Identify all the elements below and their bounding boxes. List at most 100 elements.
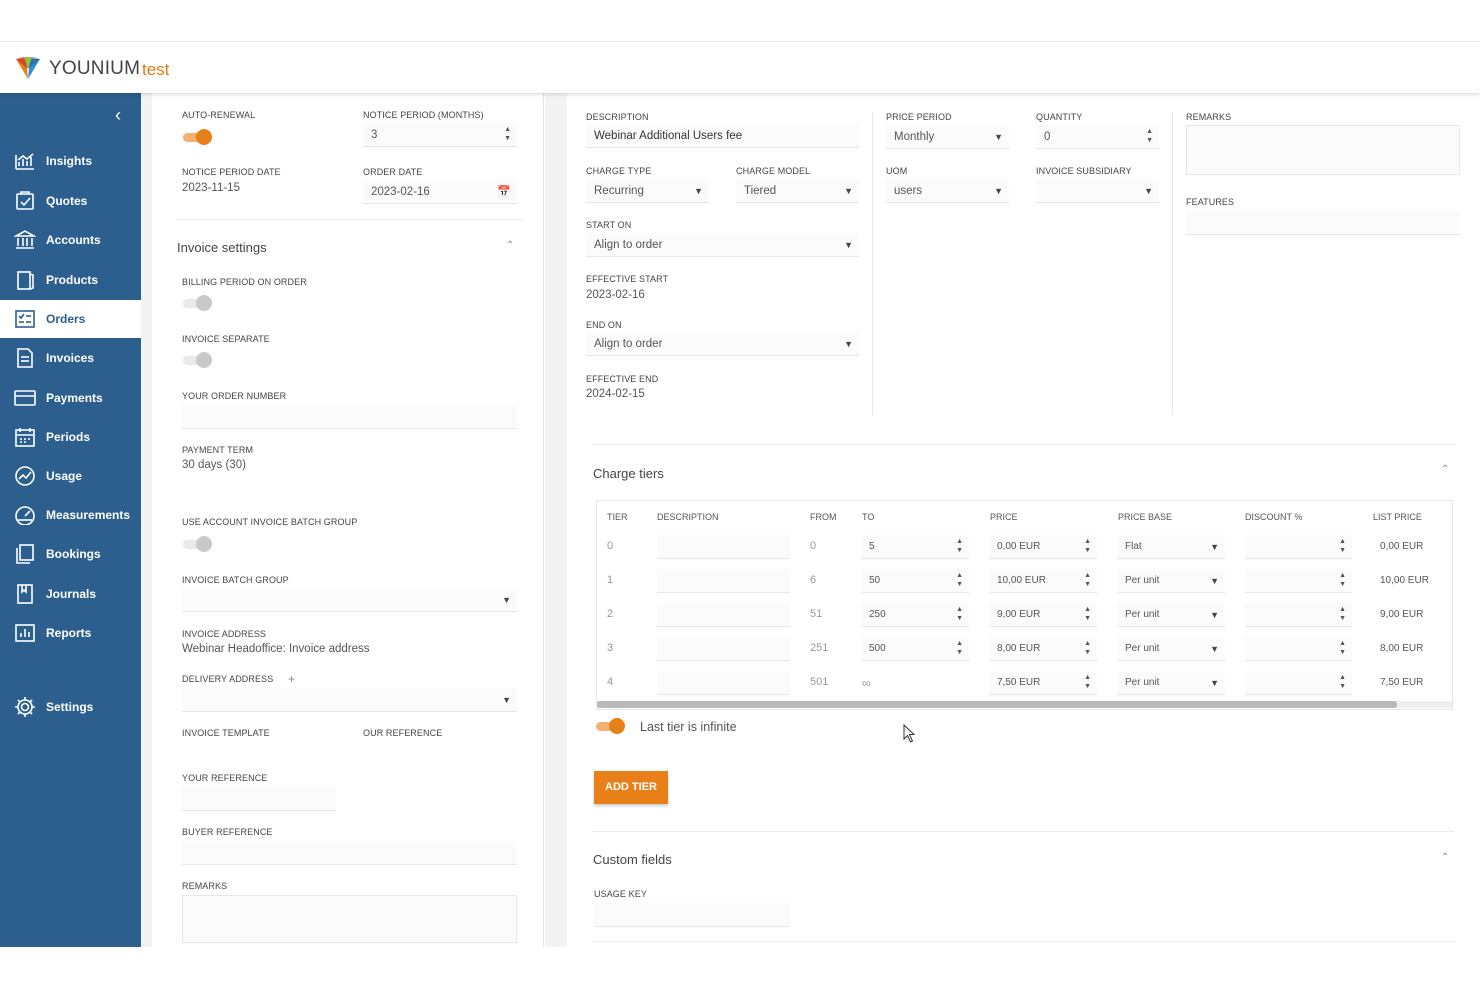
tier-discount-input[interactable]: ▲ ▼ — [1245, 603, 1352, 627]
tier-to-input[interactable]: 5 ▲ ▼ — [862, 535, 969, 559]
order-date-input[interactable]: 2023-02-16 📅 — [363, 180, 517, 204]
sidebar-item-products[interactable]: Products — [0, 261, 141, 299]
notice-period-input[interactable]: 3 ▲ ▼ — [363, 123, 517, 147]
stepper-icon[interactable]: ▲ ▼ — [504, 125, 511, 143]
tier-price-input[interactable]: 8,00 EUR ▲ ▼ — [990, 637, 1097, 661]
remarks-textarea[interactable] — [182, 895, 517, 943]
tier-to-input[interactable]: 500 ▲ ▼ — [862, 637, 969, 661]
effective-start-label: EFFECTIVE START — [586, 274, 669, 284]
chevron-down-icon: ▼ — [694, 186, 703, 196]
stepper-icon[interactable]: ▲ ▼ — [1339, 537, 1346, 555]
buyer-reference-input[interactable] — [182, 841, 517, 865]
description-input[interactable]: Webinar Additional Users fee — [586, 124, 859, 148]
stepper-icon[interactable]: ▲ ▼ — [1084, 571, 1091, 589]
use-batch-group-toggle[interactable] — [182, 536, 212, 552]
delivery-address-select[interactable]: ▼ — [182, 688, 517, 712]
tier-description-input[interactable] — [657, 671, 790, 695]
sidebar-item-usage[interactable]: Usage — [0, 457, 141, 495]
gear-icon — [14, 696, 36, 718]
delivery-address-label: DELIVERY ADDRESS — [182, 674, 274, 684]
tier-price-base-select[interactable]: Per unit ▼ — [1118, 569, 1225, 593]
stepper-icon[interactable]: ▲ ▼ — [1084, 605, 1091, 623]
remarks-right-textarea[interactable] — [1186, 125, 1460, 175]
stepper-icon[interactable]: ▲ ▼ — [1084, 639, 1091, 657]
tier-description-input[interactable] — [657, 603, 790, 627]
add-icon[interactable]: + — [288, 672, 295, 686]
tier-discount-input[interactable]: ▲ ▼ — [1245, 671, 1352, 695]
tier-discount-input[interactable]: ▲ ▼ — [1245, 637, 1352, 661]
sidebar-item-accounts[interactable]: Accounts — [0, 221, 141, 259]
invoice-template-label: INVOICE TEMPLATE — [182, 728, 270, 738]
sidebar-item-settings[interactable]: Settings — [0, 688, 141, 726]
tier-price-input[interactable]: 9,00 EUR ▲ ▼ — [990, 603, 1097, 627]
start-on-select[interactable]: Align to order ▼ — [586, 233, 859, 257]
chevron-up-icon[interactable]: ⌃ — [1441, 852, 1449, 863]
stepper-icon[interactable]: ▲ ▼ — [956, 537, 963, 555]
tier-price-input[interactable]: 0,00 EUR ▲ ▼ — [990, 535, 1097, 559]
sidebar-item-orders[interactable]: Orders — [0, 300, 141, 338]
tier-discount-input[interactable]: ▲ ▼ — [1245, 569, 1352, 593]
stepper-icon[interactable]: ▲ ▼ — [1339, 571, 1346, 589]
features-input[interactable] — [1186, 211, 1460, 235]
price-period-select[interactable]: Monthly ▼ — [886, 125, 1009, 149]
sidebar-item-bookings[interactable]: Bookings — [0, 535, 141, 573]
divider — [176, 219, 524, 220]
tier-description-input[interactable] — [657, 569, 790, 593]
chevron-up-icon[interactable]: ⌃ — [1441, 464, 1449, 475]
sidebar-item-measurements[interactable]: Measurements — [0, 496, 141, 534]
tier-discount-input[interactable]: ▲ ▼ — [1245, 535, 1352, 559]
tier-description-input[interactable] — [657, 637, 790, 661]
tier-price-base-select[interactable]: Flat ▼ — [1118, 535, 1225, 559]
tier-price-base-select[interactable]: Per unit ▼ — [1118, 671, 1225, 695]
tier-price-input[interactable]: 7,50 EUR ▲ ▼ — [990, 671, 1097, 695]
tier-price-input[interactable]: 10,00 EUR ▲ ▼ — [990, 569, 1097, 593]
tier-price-base-select[interactable]: Per unit ▼ — [1118, 637, 1225, 661]
usage-key-input[interactable] — [594, 903, 790, 927]
younium-logo-icon[interactable] — [14, 55, 42, 81]
uom-select[interactable]: users ▼ — [886, 179, 1009, 203]
tier-to-input[interactable]: 250 ▲ ▼ — [862, 603, 969, 627]
stepper-icon[interactable]: ▲ ▼ — [956, 571, 963, 589]
your-order-number-input[interactable] — [182, 405, 517, 429]
features-label: FEATURES — [1186, 197, 1235, 207]
quantity-stepper[interactable]: 0 ▲ ▼ — [1036, 125, 1159, 149]
horizontal-scrollbar[interactable] — [597, 701, 1397, 708]
sidebar-item-quotes[interactable]: Quotes — [0, 182, 141, 220]
stepper-icon[interactable]: ▲ ▼ — [1084, 673, 1091, 691]
batch-group-select[interactable]: ▼ — [182, 588, 517, 612]
invoice-subsidiary-select[interactable]: ▼ — [1036, 179, 1159, 203]
charge-type-select[interactable]: Recurring ▼ — [586, 179, 709, 203]
tier-price-base-select[interactable]: Per unit ▼ — [1118, 603, 1225, 627]
sidebar-item-periods[interactable]: Periods — [0, 418, 141, 456]
chevron-up-icon[interactable]: ⌃ — [506, 240, 514, 251]
calendar-icon[interactable]: 📅 — [497, 180, 511, 204]
last-tier-infinite-toggle[interactable] — [595, 718, 625, 734]
chevron-left-icon[interactable]: ‹ — [108, 105, 128, 125]
stepper-icon[interactable]: ▲ ▼ — [1084, 537, 1091, 555]
stepper-icon[interactable]: ▲ ▼ — [1146, 127, 1153, 145]
end-on-select[interactable]: Align to order ▼ — [586, 332, 859, 356]
auto-renewal-toggle[interactable] — [182, 129, 212, 145]
stepper-icon[interactable]: ▲ ▼ — [1339, 639, 1346, 657]
stepper-icon[interactable]: ▲ ▼ — [1339, 605, 1346, 623]
sidebar-item-insights[interactable]: Insights — [0, 142, 141, 180]
invoice-separate-toggle[interactable] — [182, 352, 212, 368]
sidebar-item-invoices[interactable]: Invoices — [0, 339, 141, 377]
add-tier-button[interactable]: ADD TIER — [594, 771, 668, 804]
tier-to-input[interactable]: 50 ▲ ▼ — [862, 569, 969, 593]
sidebar-item-reports[interactable]: Reports — [0, 614, 141, 652]
stepper-icon[interactable]: ▲ ▼ — [956, 639, 963, 657]
chart-line-icon — [14, 150, 36, 172]
column-header: DISCOUNT % — [1245, 512, 1303, 522]
your-reference-input[interactable] — [182, 787, 336, 811]
sidebar-item-journals[interactable]: Journals — [0, 575, 141, 613]
charge-type-label: CHARGE TYPE — [586, 166, 652, 176]
stepper-icon[interactable]: ▲ ▼ — [956, 605, 963, 623]
tier-description-input[interactable] — [657, 535, 790, 559]
charge-model-select[interactable]: Tiered ▼ — [736, 179, 859, 203]
sidebar-item-payments[interactable]: Payments — [0, 379, 141, 417]
last-tier-infinite-label: Last tier is infinite — [640, 720, 737, 734]
billing-period-toggle[interactable] — [182, 295, 212, 311]
stepper-icon[interactable]: ▲ ▼ — [1339, 673, 1346, 691]
column-header: PRICE — [990, 512, 1018, 522]
